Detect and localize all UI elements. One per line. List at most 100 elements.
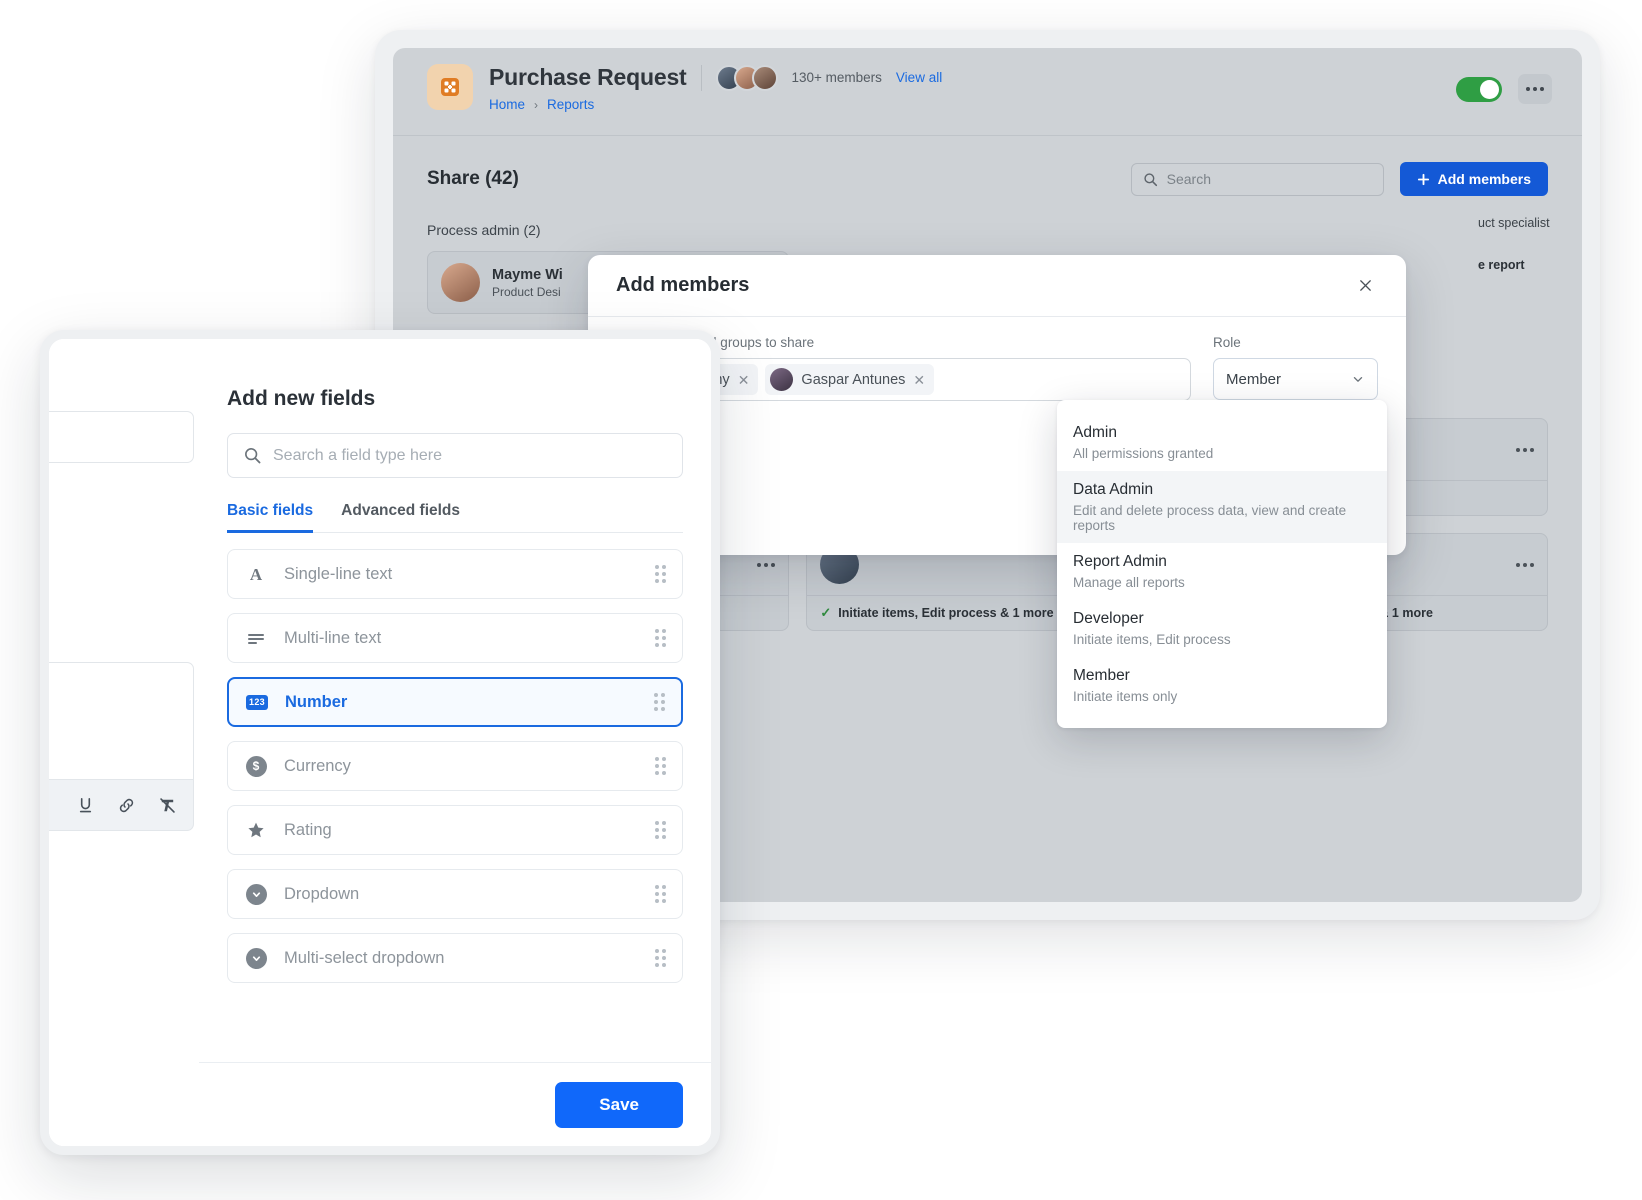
search-icon: [245, 448, 261, 464]
role-option-title: Developer: [1073, 610, 1144, 627]
breadcrumb-reports[interactable]: Reports: [547, 97, 594, 112]
close-icon: [1359, 280, 1371, 291]
dot-icon: [1533, 87, 1537, 91]
add-fields-main: Add new fields Search a field type here …: [199, 339, 711, 1146]
tab-basic-fields[interactable]: Basic fields: [227, 502, 314, 533]
breadcrumb-home[interactable]: Home: [489, 97, 525, 112]
clipped-role-text: uct specialist: [1478, 216, 1550, 230]
field-option-currency[interactable]: $ Currency: [227, 741, 683, 791]
field-option-single-line-text[interactable]: A Single-line text: [227, 549, 683, 599]
modal-title: Add members: [616, 274, 750, 296]
process-admin-label: Process admin (2): [427, 222, 541, 238]
add-new-fields-panel: Add new fields Search a field type here …: [40, 330, 720, 1155]
drag-handle-icon[interactable]: [654, 693, 665, 711]
panel-footer: Save: [199, 1062, 711, 1146]
field-option-label: Number: [285, 692, 348, 711]
more-options-button[interactable]: [1518, 74, 1552, 104]
role-option-title: Report Admin: [1073, 553, 1167, 570]
title-divider: [700, 64, 702, 91]
check-icon: ✓: [820, 605, 832, 620]
role-option-desc: Initiate items, Edit process: [1073, 632, 1231, 647]
page-title: Purchase Request: [489, 64, 687, 90]
tab-advanced-fields[interactable]: Advanced fields: [341, 502, 460, 533]
field-option-label: Multi-select dropdown: [284, 948, 445, 967]
row-more-button[interactable]: [757, 562, 776, 567]
chip-remove-icon[interactable]: ✕: [913, 373, 925, 387]
add-members-button[interactable]: Add members: [1399, 162, 1548, 196]
lines-icon: [244, 628, 268, 648]
field-type-search-input[interactable]: Search a field type here: [227, 433, 683, 478]
save-button[interactable]: Save: [555, 1081, 683, 1128]
chevron-down-circle-icon: [244, 947, 268, 969]
role-option-data-admin[interactable]: Data Admin Edit and delete process data,…: [1057, 471, 1387, 543]
role-option-report-admin[interactable]: Report Admin Manage all reports: [1057, 543, 1387, 600]
field-option-label: Rating: [284, 820, 332, 839]
status-toggle[interactable]: [1456, 76, 1502, 102]
member-avatar-stack[interactable]: [715, 64, 778, 91]
dollar-circle-icon: $: [244, 755, 268, 777]
screenshot-root: Purchase Request 130+ members View all H…: [0, 0, 1642, 1200]
chevron-down-circle-icon: [244, 883, 268, 905]
chip-label: Gaspar Antunes: [801, 371, 906, 388]
add-members-label: Add members: [1437, 171, 1531, 187]
app-header: Purchase Request 130+ members View all H…: [393, 48, 1582, 136]
members-count: 130+ members: [791, 70, 882, 85]
field-type-list: A Single-line text Multi-line text 123 N…: [227, 549, 683, 983]
background-form-bleed: [49, 339, 199, 1146]
search-input[interactable]: Search: [1130, 162, 1384, 196]
breadcrumb-separator: ›: [534, 97, 539, 112]
drag-handle-icon[interactable]: [655, 565, 666, 583]
drag-handle-icon[interactable]: [655, 949, 666, 967]
avatar: [751, 64, 778, 91]
role-option-desc: Initiate items only: [1073, 689, 1178, 704]
view-all-link[interactable]: View all: [896, 70, 942, 85]
member-chip[interactable]: Gaspar Antunes ✕: [765, 364, 935, 395]
role-option-desc: Manage all reports: [1073, 575, 1185, 590]
chip-remove-icon[interactable]: ✕: [738, 373, 750, 387]
member-permissions: Initiate items, Edit process & 1 more: [838, 606, 1054, 620]
role-option-title: Admin: [1073, 424, 1117, 441]
role-option-title: Data Admin: [1073, 481, 1154, 498]
panel-title: Add new fields: [227, 387, 376, 410]
close-button[interactable]: [1352, 273, 1378, 299]
role-option-title: Member: [1073, 667, 1130, 684]
field-option-label: Single-line text: [284, 564, 393, 583]
dot-icon: [1540, 87, 1544, 91]
role-option-desc: All permissions granted: [1073, 446, 1214, 461]
role-select[interactable]: Member: [1213, 358, 1378, 400]
row-more-button[interactable]: [1516, 562, 1534, 567]
star-icon: [244, 820, 268, 840]
role-option-admin[interactable]: Admin All permissions granted: [1057, 414, 1387, 471]
drag-handle-icon[interactable]: [655, 885, 666, 903]
role-label: Role: [1213, 335, 1241, 350]
field-option-dropdown[interactable]: Dropdown: [227, 869, 683, 919]
link-icon[interactable]: [117, 796, 136, 815]
search-icon: [1144, 172, 1157, 186]
row-more-button[interactable]: [1516, 447, 1534, 452]
avatar: [441, 263, 480, 302]
dot-icon: [1526, 87, 1530, 91]
field-option-number[interactable]: 123 Number: [227, 677, 683, 727]
role-option-developer[interactable]: Developer Initiate items, Edit process: [1057, 600, 1387, 657]
number-123-icon: 123: [245, 694, 269, 710]
field-search-placeholder: Search a field type here: [273, 446, 442, 464]
field-option-multi-select-dropdown[interactable]: Multi-select dropdown: [227, 933, 683, 983]
field-option-rating[interactable]: Rating: [227, 805, 683, 855]
field-option-label: Dropdown: [284, 884, 360, 903]
avatar: [770, 368, 794, 391]
svg-text:A: A: [250, 565, 263, 584]
clear-format-icon[interactable]: [158, 796, 177, 815]
background-input-1[interactable]: [49, 411, 194, 463]
drag-handle-icon[interactable]: [655, 757, 666, 775]
role-option-desc: Edit and delete process data, view and c…: [1073, 503, 1347, 533]
drag-handle-icon[interactable]: [655, 629, 666, 647]
plus-icon: [1417, 173, 1429, 185]
drag-handle-icon[interactable]: [655, 821, 666, 839]
share-heading: Share (42): [427, 168, 519, 189]
field-tabs: Basic fields Advanced fields: [227, 502, 683, 533]
field-option-label: Currency: [284, 756, 351, 775]
search-placeholder: Search: [1166, 171, 1211, 187]
field-option-multi-line-text[interactable]: Multi-line text: [227, 613, 683, 663]
role-option-member[interactable]: Member Initiate items only: [1057, 657, 1387, 714]
underline-icon[interactable]: [76, 796, 95, 815]
